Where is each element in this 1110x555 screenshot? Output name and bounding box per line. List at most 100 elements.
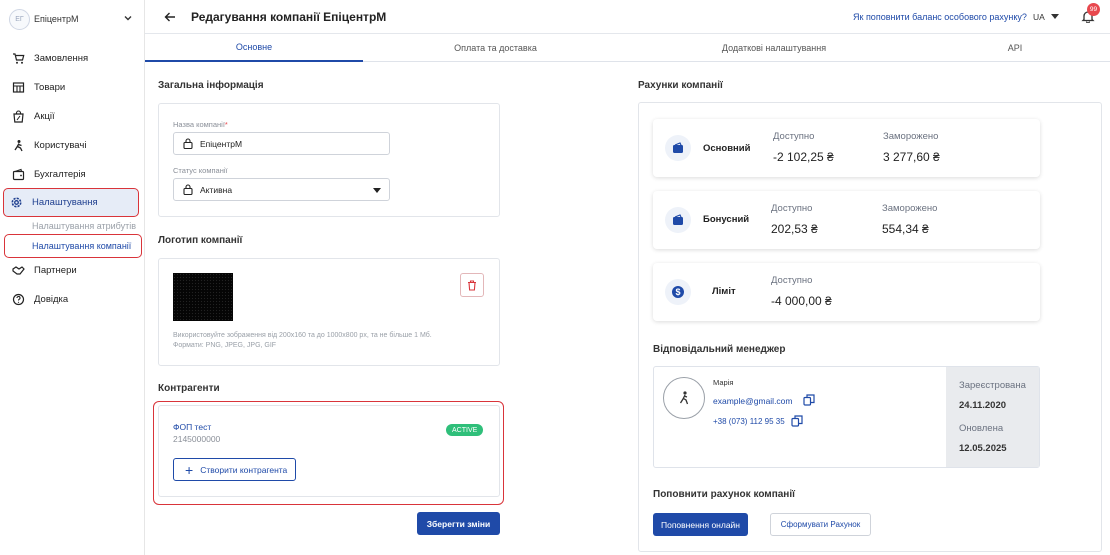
account-card-bonus: Бонусний Доступно 202,53 ₴ Заморожено 55… xyxy=(653,191,1040,249)
company-status-value: Активна xyxy=(200,184,233,195)
sidebar-item-products[interactable]: Товари xyxy=(6,76,138,98)
manager-card: Марія example@gmail.com +38 (073) 112 95… xyxy=(653,366,1040,468)
copy-icon[interactable] xyxy=(803,394,815,406)
tab-payment-delivery[interactable]: Оплата та доставка xyxy=(363,34,628,62)
sidebar-item-settings[interactable]: Налаштування xyxy=(3,188,139,217)
frozen-value: 554,34 ₴ xyxy=(882,222,929,236)
sidebar-item-promotions[interactable]: Акції xyxy=(6,105,138,127)
account-name: Ліміт xyxy=(712,286,736,297)
available-value: 202,53 ₴ xyxy=(771,222,818,236)
contractor-name[interactable]: ФОП тест xyxy=(173,422,211,432)
save-changes-button[interactable]: Зберегти зміни xyxy=(417,512,500,535)
sidebar-item-users[interactable]: Користувачі xyxy=(6,134,138,156)
company-status-select[interactable]: Активна xyxy=(173,178,390,201)
create-contractor-button[interactable]: + Створити контрагента xyxy=(173,458,296,481)
sidebar-item-accounting[interactable]: Бухгалтерія xyxy=(6,163,138,185)
company-status-label: Статус компанії xyxy=(173,166,228,175)
sidebar-item-label: Налаштування xyxy=(32,197,98,208)
frozen-value: 3 277,60 ₴ xyxy=(883,150,940,164)
account-card-limit: $ Ліміт Доступно -4 000,00 ₴ xyxy=(653,263,1040,321)
available-label: Доступно xyxy=(771,275,813,286)
registered-label: Зареєстрована xyxy=(959,380,1026,391)
sidebar-item-partners[interactable]: Партнери xyxy=(6,259,138,281)
available-value: -2 102,25 ₴ xyxy=(773,150,834,164)
accounts-title: Рахунки компанії xyxy=(638,80,723,91)
manager-avatar xyxy=(663,377,705,419)
tab-main[interactable]: Основне xyxy=(145,34,363,62)
available-value: -4 000,00 ₴ xyxy=(771,294,832,308)
chevron-down-icon xyxy=(124,16,132,21)
updated-date: 12.05.2025 xyxy=(959,443,1007,454)
caret-down-icon[interactable] xyxy=(1051,14,1059,20)
notification-count-badge: 99 xyxy=(1087,3,1100,16)
registered-date: 24.11.2020 xyxy=(959,400,1007,411)
contractors-title: Контрагенти xyxy=(158,383,220,394)
plus-icon: + xyxy=(185,461,194,478)
top-bar: Редагування компанії ЕпіцентрМ Як поповн… xyxy=(145,0,1110,34)
cart-icon xyxy=(12,52,25,65)
sidebar-item-label: Довідка xyxy=(34,293,69,305)
language-selector[interactable]: UA xyxy=(1033,12,1045,22)
company-logo-image[interactable] xyxy=(173,273,233,321)
sidebar-item-label: Партнери xyxy=(34,264,77,276)
discount-bag-icon xyxy=(12,109,25,123)
sidebar-subitem-attributes[interactable]: Налаштування атрибутів xyxy=(32,221,136,231)
available-label: Доступно xyxy=(773,131,815,142)
account-name: Бонусний xyxy=(703,214,750,225)
wallet-icon xyxy=(665,207,691,233)
wallet-icon xyxy=(12,168,25,181)
manager-email[interactable]: example@gmail.com xyxy=(713,396,793,406)
logo-hint-line2: Формати: PNG, JPEG, JPG, GIF xyxy=(173,342,277,349)
tab-api[interactable]: API xyxy=(920,34,1110,62)
account-name: Основний xyxy=(703,143,751,154)
lock-icon xyxy=(183,184,193,195)
company-switcher[interactable]: ЕГ ЕпіцентрМ xyxy=(9,7,135,31)
gear-icon xyxy=(10,196,23,209)
create-contractor-label: Створити контрагента xyxy=(200,464,288,475)
topup-title: Поповнити рахунок компанії xyxy=(653,489,795,500)
company-name-label: Назва компанії* xyxy=(173,120,228,129)
sidebar-item-label: Акції xyxy=(34,110,55,122)
help-circle-icon xyxy=(12,293,25,306)
logo-title: Логотип компанії xyxy=(158,235,243,246)
user-walk-icon xyxy=(679,391,689,405)
available-label: Доступно xyxy=(771,203,813,214)
generate-invoice-button[interactable]: Сформувати Рахунок xyxy=(770,513,871,536)
sidebar-item-orders[interactable]: Замовлення xyxy=(6,47,138,69)
company-name-field[interactable]: ЕпіцентрМ xyxy=(173,132,390,155)
sidebar-item-label: Замовлення xyxy=(34,52,89,64)
sidebar-item-label: Бухгалтерія xyxy=(34,168,86,180)
company-name-value: ЕпіцентрМ xyxy=(200,138,243,149)
handshake-icon xyxy=(12,264,25,277)
storefront-icon xyxy=(12,81,25,94)
manager-name: Марія xyxy=(713,378,734,387)
sidebar-subitem-company-settings[interactable]: Налаштування компанії xyxy=(4,234,142,258)
arrow-left-icon[interactable] xyxy=(163,10,177,24)
caret-down-icon xyxy=(373,188,381,193)
contractor-id: 2145000000 xyxy=(173,434,221,444)
logo-hint-line1: Використовуйте зображення від 200х160 та… xyxy=(173,332,432,339)
frozen-label: Заморожено xyxy=(882,203,938,214)
page-title: Редагування компанії ЕпіцентрМ xyxy=(191,10,387,24)
wallet-icon xyxy=(665,135,691,161)
contractor-status-badge: ACTIVE xyxy=(446,424,484,436)
topup-online-button[interactable]: Поповнення онлайн xyxy=(653,513,748,536)
sidebar: ЕГ ЕпіцентрМ Замовлення Товари Акції Кор… xyxy=(0,0,145,555)
delete-logo-button[interactable] xyxy=(460,273,484,297)
updated-label: Оновлена xyxy=(959,423,1004,434)
tab-additional-settings[interactable]: Додаткові налаштування xyxy=(628,34,920,62)
company-switcher-label: ЕпіцентрМ xyxy=(34,14,79,24)
account-card-main: Основний Доступно -2 102,25 ₴ Заморожено… xyxy=(653,119,1040,177)
general-info-title: Загальна інформація xyxy=(158,80,264,91)
contractor-card xyxy=(158,405,500,497)
trash-icon xyxy=(468,279,476,291)
lock-icon xyxy=(183,138,193,149)
manager-dates-panel: Зареєстрована 24.11.2020 Оновлена 12.05.… xyxy=(946,367,1039,467)
copy-icon[interactable] xyxy=(791,415,803,427)
balance-help-link[interactable]: Як поповнити баланс особового рахунку? xyxy=(853,12,1027,22)
frozen-label: Заморожено xyxy=(883,131,939,142)
sidebar-item-help[interactable]: Довідка xyxy=(6,288,138,310)
manager-title: Відповідальний менеджер xyxy=(653,344,786,355)
manager-phone[interactable]: +38 (073) 112 95 35 xyxy=(713,417,785,426)
tab-bar: Основне Оплата та доставка Додаткові нал… xyxy=(145,34,1110,62)
